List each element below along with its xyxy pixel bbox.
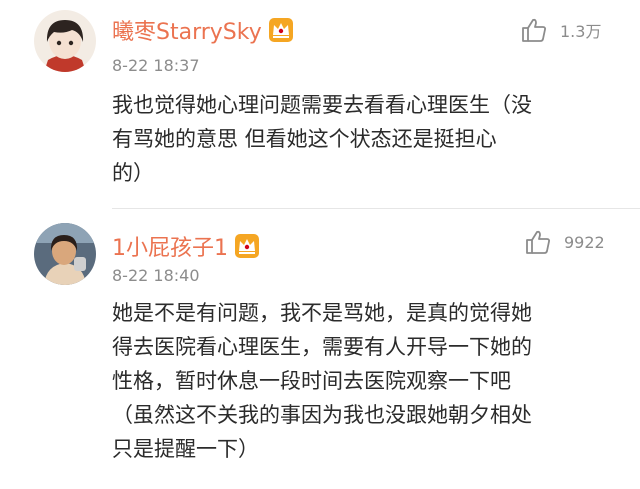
vip-crown-icon [268,17,294,43]
username[interactable]: 1小屁孩子1 [112,230,228,262]
username-row: 曦枣StarrySky [112,14,294,46]
avatar[interactable] [34,223,96,285]
avatar[interactable] [34,10,96,72]
timestamp: 8-22 18:40 [112,266,200,285]
comment-item: 1小屁孩子1 8-22 18:40 她是不是有问题，我不是骂她，是真的觉得她 得… [0,208,640,489]
like-count: 9922 [564,232,605,252]
comment-text: 她是不是有问题，我不是骂她，是真的觉得她 得去医院看心理医生，需要有人开导一下她… [112,301,532,461]
thumbs-up-icon[interactable] [524,228,552,256]
vip-crown-icon [234,233,260,259]
comment-text: 我也觉得她心理问题需要去看看心理医生（没 有骂她的意思 但看她这个状态还是挺担心… [112,93,532,185]
like-button[interactable]: 9922 [524,228,605,256]
like-button[interactable]: 1.3万 [520,16,601,44]
timestamp: 8-22 18:37 [112,56,200,75]
comment-item: 曦枣StarrySky 8-22 18:37 我也觉得她心理问题需要去看看心理医… [0,0,640,208]
username[interactable]: 曦枣StarrySky [112,14,262,46]
like-count: 1.3万 [560,22,602,41]
thumbs-up-icon[interactable] [520,16,548,44]
username-row: 1小屁孩子1 [112,230,260,262]
